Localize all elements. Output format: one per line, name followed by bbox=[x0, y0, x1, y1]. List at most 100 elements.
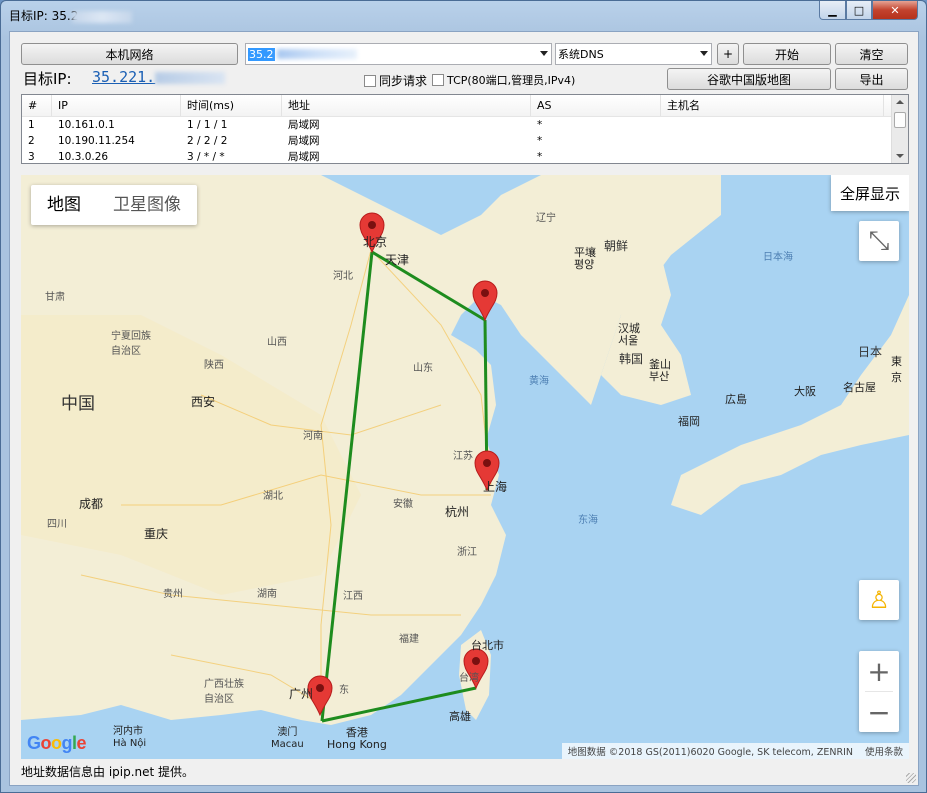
dns-select-value: 系统DNS bbox=[558, 48, 604, 61]
cell-address: 局域网 bbox=[288, 151, 320, 163]
map-label: 广西壮族 自治区 bbox=[204, 679, 244, 705]
exit-fullscreen-icon[interactable]: ⤡ bbox=[859, 221, 899, 261]
map-label: 東京 bbox=[891, 355, 902, 384]
map-label: 东海 bbox=[578, 515, 598, 526]
cell-address: 局域网 bbox=[288, 135, 320, 147]
cell-hostname bbox=[661, 133, 884, 149]
cell-as: * bbox=[537, 135, 543, 147]
map-label: 福建 bbox=[399, 634, 419, 645]
sync-request-checkbox[interactable]: 同步请求 bbox=[364, 72, 427, 89]
terms-link[interactable]: 使用条款 bbox=[865, 744, 903, 758]
scroll-thumb[interactable] bbox=[894, 112, 906, 128]
cell-index: 3 bbox=[28, 151, 35, 163]
checkbox-icon[interactable] bbox=[364, 74, 376, 87]
resize-grip[interactable] bbox=[906, 773, 916, 783]
target-input[interactable]: 35.2 bbox=[245, 43, 552, 65]
table-scrollbar[interactable] bbox=[891, 95, 908, 163]
table-row[interactable]: 1 10.161.0.1 1 / 1 / 1 局域网 * bbox=[22, 117, 908, 133]
cell-time: 2 / 2 / 2 bbox=[187, 135, 228, 147]
chevron-down-icon bbox=[700, 51, 708, 56]
add-button[interactable]: + bbox=[717, 43, 739, 65]
map-label: 湖南 bbox=[257, 589, 277, 600]
cell-ip: 10.190.11.254 bbox=[58, 135, 135, 147]
map-label: 西安 bbox=[191, 395, 216, 409]
map-label: 中国 bbox=[61, 394, 95, 414]
clear-button[interactable]: 清空 bbox=[835, 43, 908, 65]
start-button[interactable]: 开始 bbox=[743, 43, 831, 65]
map-label: 四川 bbox=[47, 519, 67, 530]
map-label: 甘肃 bbox=[45, 292, 65, 303]
export-button[interactable]: 导出 bbox=[835, 68, 908, 90]
map-label: 陕西 bbox=[204, 360, 224, 371]
map-label: 黄海 bbox=[529, 376, 549, 387]
map-label: 北京 bbox=[363, 235, 388, 249]
scroll-up-icon[interactable] bbox=[896, 100, 904, 104]
map-label: 天津 bbox=[385, 253, 410, 267]
map-label: 湖北 bbox=[263, 491, 283, 502]
window-controls: ▁ □ ✕ bbox=[819, 1, 918, 20]
minimize-button[interactable]: ▁ bbox=[819, 1, 846, 20]
zoom-control: + − bbox=[859, 651, 899, 732]
cell-ip: 10.161.0.1 bbox=[58, 119, 115, 131]
map-label: 河内市 Hà Nội bbox=[113, 726, 147, 749]
status-text: 地址数据信息由 ipip.net 提供。 bbox=[21, 765, 195, 779]
map-label: 朝鲜 bbox=[604, 239, 629, 253]
map-label: 成都 bbox=[79, 497, 104, 511]
map-label: 釜山 부산 bbox=[649, 358, 671, 383]
tcp-checkbox[interactable]: TCP(80端口,管理员,IPv4) bbox=[432, 72, 575, 88]
fullscreen-button[interactable]: 全屏显示 bbox=[831, 175, 909, 211]
target-ip-link[interactable]: 35.221. bbox=[92, 68, 226, 86]
checkbox-icon[interactable] bbox=[432, 74, 444, 86]
map-label: 平壤 평양 bbox=[574, 246, 596, 271]
map-label: 江西 bbox=[343, 591, 363, 602]
map-label: 日本 bbox=[858, 345, 883, 359]
map-label: 江苏 bbox=[453, 451, 473, 462]
zoom-in-button[interactable]: + bbox=[859, 651, 899, 691]
map-label: 河南 bbox=[303, 431, 323, 442]
map-type-satellite-button[interactable]: 卫星图像 bbox=[97, 185, 197, 225]
map-label: 大阪 bbox=[794, 385, 816, 398]
client-area: 本机网络 35.2 系统DNS + 开始 清空 目标IP: 35.221. 同步… bbox=[9, 31, 919, 786]
column-header[interactable]: # bbox=[22, 95, 52, 116]
chevron-down-icon[interactable] bbox=[540, 51, 548, 56]
cell-as: * bbox=[537, 151, 543, 163]
map-label: 山西 bbox=[267, 337, 287, 348]
column-header[interactable]: 时间(ms) bbox=[181, 95, 282, 116]
map-label: 宁夏回族 自治区 bbox=[111, 331, 151, 357]
column-header[interactable]: IP bbox=[52, 95, 181, 116]
map-attribution: 地图数据 ©2018 GS(2011)6020 Google, SK telec… bbox=[561, 743, 909, 759]
target-ip-label: 目标IP: bbox=[23, 70, 72, 88]
table-row[interactable]: 3 10.3.0.26 3 / * / * 局域网 * bbox=[22, 149, 908, 163]
close-button[interactable]: ✕ bbox=[872, 1, 918, 20]
google-map-button[interactable]: 谷歌中国版地图 bbox=[667, 68, 831, 90]
table-header: # IP 时间(ms) 地址 AS 主机名 bbox=[22, 95, 908, 117]
scroll-down-icon[interactable] bbox=[896, 154, 904, 158]
cell-address: 局域网 bbox=[288, 119, 320, 131]
dns-select[interactable]: 系统DNS bbox=[555, 43, 712, 65]
map-label: 贵州 bbox=[163, 589, 183, 600]
column-header[interactable]: AS bbox=[531, 95, 661, 116]
table-row[interactable]: 2 10.190.11.254 2 / 2 / 2 局域网 * bbox=[22, 133, 908, 149]
local-network-button[interactable]: 本机网络 bbox=[21, 43, 238, 65]
cell-as: * bbox=[537, 119, 543, 131]
map-label: 澳门 Macau bbox=[271, 727, 304, 750]
map-label: 上海 bbox=[483, 480, 508, 494]
zoom-out-button[interactable]: − bbox=[859, 692, 899, 732]
maximize-button[interactable]: □ bbox=[846, 1, 872, 20]
map-label: 福岡 bbox=[678, 415, 700, 428]
cell-ip: 10.3.0.26 bbox=[58, 151, 109, 163]
map-label: 日本海 bbox=[763, 252, 793, 263]
map-type-map-button[interactable]: 地图 bbox=[31, 185, 97, 225]
cell-hostname bbox=[661, 117, 884, 133]
column-header[interactable]: 主机名 bbox=[661, 95, 884, 116]
attribution-text: 地图数据 ©2018 GS(2011)6020 Google, SK telec… bbox=[567, 747, 853, 758]
title-bar[interactable]: 目标IP: 35.2 ▁ □ ✕ bbox=[1, 1, 926, 29]
cell-time: 3 / * / * bbox=[187, 151, 225, 163]
route-map[interactable]: 中国 北京 天津 河北 甘肃 宁夏回族 自治区 陕西 山西 西安 山东 河南 江… bbox=[21, 175, 909, 759]
google-logo: Google bbox=[27, 733, 87, 753]
map-labels: 中国 北京 天津 河北 甘肃 宁夏回族 自治区 陕西 山西 西安 山东 河南 江… bbox=[21, 175, 909, 759]
map-label: 香港 Hong Kong bbox=[327, 726, 387, 751]
column-header[interactable]: 地址 bbox=[282, 95, 531, 116]
map-label: 韩国 bbox=[619, 352, 644, 366]
pegman-icon[interactable]: ♙ bbox=[859, 580, 899, 620]
